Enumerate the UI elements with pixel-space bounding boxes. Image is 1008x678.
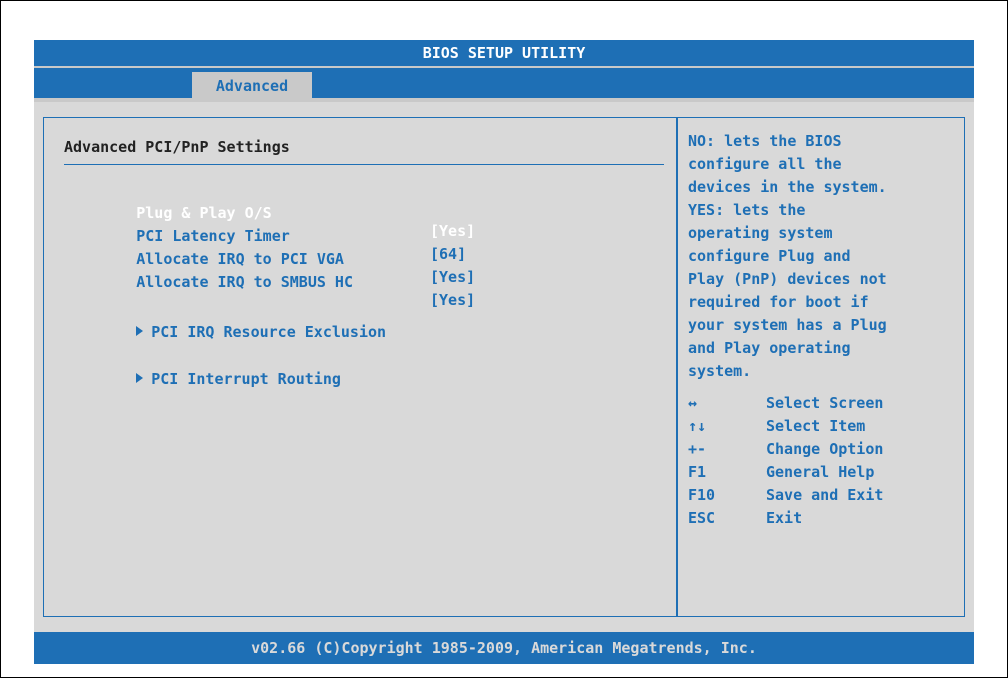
settings-panel: Advanced PCI/PnP Settings Plug & Play O/…: [43, 117, 677, 617]
key-row-change-option: +- Change Option: [688, 438, 960, 461]
key-desc: Select Item: [766, 417, 866, 435]
main-body: Advanced PCI/PnP Settings Plug & Play O/…: [34, 102, 974, 632]
section-title: Advanced PCI/PnP Settings: [64, 138, 290, 156]
help-line: required for boot if: [688, 293, 869, 311]
tab-bar: Advanced: [34, 66, 974, 102]
help-panel: NO: lets the BIOS configure all the devi…: [677, 117, 965, 617]
key-legend: ↔ Select Screen ↑↓ Select Item +- Change…: [688, 392, 960, 530]
help-line: NO: lets the BIOS: [688, 132, 842, 150]
bios-title: BIOS SETUP UTILITY: [34, 40, 974, 66]
key-row-select-screen: ↔ Select Screen: [688, 392, 960, 415]
submenu-label: PCI IRQ Resource Exclusion: [151, 323, 387, 341]
help-line: and Play operating: [688, 339, 851, 357]
help-line: configure Plug and: [688, 247, 851, 265]
section-divider: [64, 164, 664, 165]
key-desc: Save and Exit: [766, 486, 884, 504]
key-label: ESC: [688, 509, 716, 527]
submenu-arrow-icon: [136, 325, 144, 336]
help-line: devices in the system.: [688, 178, 887, 196]
setting-label: Allocate IRQ to SMBUS HC: [136, 273, 353, 291]
help-line: operating system: [688, 224, 833, 242]
setting-value[interactable]: [Yes]: [430, 222, 475, 240]
help-line: system.: [688, 362, 752, 380]
setting-value[interactable]: [Yes]: [430, 268, 475, 286]
submenu-label: PCI Interrupt Routing: [151, 370, 341, 388]
key-desc: Select Screen: [766, 394, 884, 412]
tab-advanced[interactable]: Advanced: [192, 72, 312, 100]
submenu-pci-interrupt-routing[interactable]: PCI Interrupt Routing: [64, 352, 341, 406]
key-row-save-exit: F10 Save and Exit: [688, 484, 960, 507]
key-row-exit: ESC Exit: [688, 507, 960, 530]
key-desc: Exit: [766, 509, 803, 527]
help-line: YES: lets the: [688, 201, 806, 219]
help-line: your system has a Plug: [688, 316, 887, 334]
help-line: Play (PnP) devices not: [688, 270, 887, 288]
left-right-arrow-icon: ↔: [688, 394, 698, 412]
submenu-pci-irq-resource-exclusion[interactable]: PCI IRQ Resource Exclusion: [64, 305, 386, 359]
submenu-arrow-icon: [136, 372, 144, 383]
key-label: F1: [688, 463, 707, 481]
setting-value[interactable]: [Yes]: [430, 291, 475, 309]
up-down-arrow-icon: ↑↓: [688, 417, 707, 435]
help-text: NO: lets the BIOS configure all the devi…: [688, 130, 960, 383]
key-label: +-: [688, 440, 707, 458]
key-desc: General Help: [766, 463, 875, 481]
bios-window: BIOS SETUP UTILITY Advanced Advanced PCI…: [34, 40, 974, 664]
key-label: F10: [688, 486, 716, 504]
copyright-footer: v02.66 (C)Copyright 1985-2009, American …: [34, 632, 974, 664]
key-row-general-help: F1 General Help: [688, 461, 960, 484]
help-line: configure all the: [688, 155, 842, 173]
setting-value[interactable]: [64]: [430, 245, 466, 263]
key-desc: Change Option: [766, 440, 884, 458]
key-row-select-item: ↑↓ Select Item: [688, 415, 960, 438]
